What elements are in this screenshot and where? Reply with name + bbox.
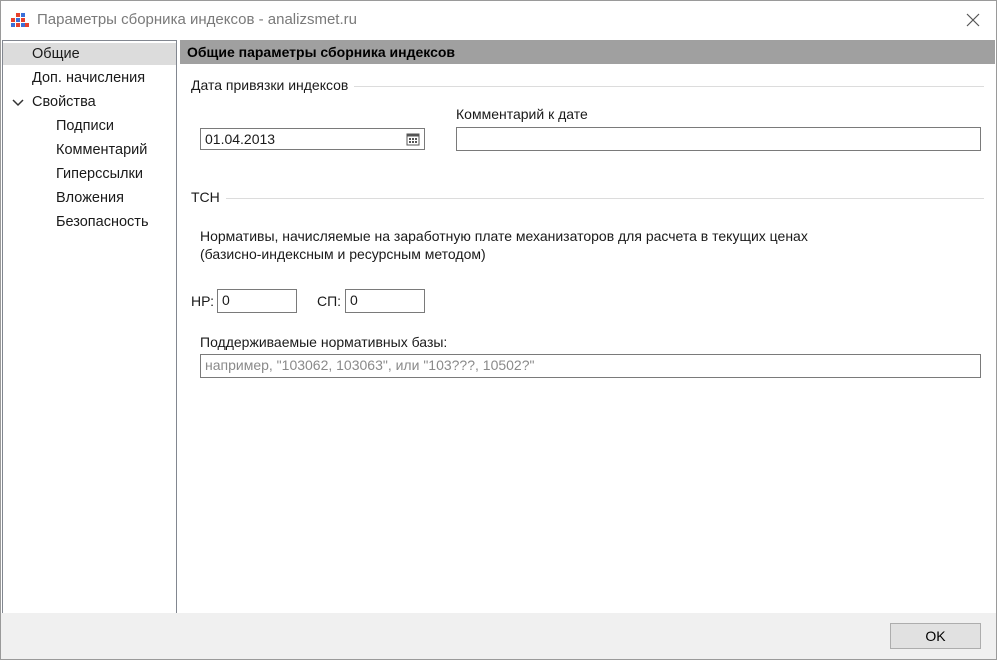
- sidebar-item-comment[interactable]: Комментарий: [56, 139, 147, 161]
- group-divider: [350, 86, 984, 87]
- sidebar-item-properties[interactable]: Свойства: [32, 91, 96, 113]
- supported-bases-input[interactable]: например, "103062, 103063", или "103???,…: [200, 354, 981, 378]
- sidebar-item-label: Гиперссылки: [56, 166, 143, 182]
- title-bar: Параметры сборника индексов - analizsmet…: [1, 1, 996, 39]
- date-value: 01.04.2013: [205, 131, 276, 147]
- ok-button[interactable]: OK: [890, 623, 981, 649]
- close-icon: [966, 13, 980, 27]
- date-group-label: Дата привязки индексов: [191, 77, 355, 93]
- supported-bases-label: Поддерживаемые нормативных базы:: [200, 334, 448, 350]
- sidebar-item-label: Комментарий: [56, 142, 148, 158]
- section-header: Общие параметры сборника индексов: [180, 40, 995, 64]
- main-panel: Общие параметры сборника индексов Дата п…: [180, 40, 995, 613]
- tsn-group-label: ТСН: [191, 189, 226, 205]
- tsn-description-line2: (базисно-индексным и ресурсным методом): [200, 246, 486, 262]
- sidebar-item-additional-charges[interactable]: Доп. начисления: [32, 67, 145, 89]
- sp-label: СП:: [317, 293, 342, 309]
- sidebar-item-label: Безопасность: [56, 214, 149, 230]
- tsn-description-line1: Нормативы, начисляемые на заработную пла…: [200, 228, 808, 244]
- calendar-icon[interactable]: [406, 132, 420, 146]
- window-title: Параметры сборника индексов - analizsmet…: [37, 11, 357, 28]
- sidebar-item-attachments[interactable]: Вложения: [56, 187, 124, 209]
- supported-bases-placeholder: например, "103062, 103063", или "103???,…: [205, 357, 535, 373]
- sidebar-tree: Общие Доп. начисления Свойства Подписи К…: [2, 40, 177, 614]
- dialog-window: Параметры сборника индексов - analizsmet…: [0, 0, 997, 660]
- app-icon: [11, 13, 29, 27]
- sidebar-item-label: Подписи: [56, 118, 114, 134]
- comment-date-label: Комментарий к дате: [456, 106, 588, 122]
- hp-input[interactable]: 0: [217, 289, 297, 313]
- sp-input[interactable]: 0: [345, 289, 425, 313]
- sidebar-item-hyperlinks[interactable]: Гиперссылки: [56, 163, 143, 185]
- sidebar-item-label: Свойства: [32, 94, 96, 110]
- comment-date-input[interactable]: [456, 127, 981, 151]
- sidebar-item-label: Вложения: [56, 190, 124, 206]
- close-button[interactable]: [950, 1, 996, 39]
- hp-label: НР:: [191, 293, 215, 309]
- sidebar-item-security[interactable]: Безопасность: [56, 211, 149, 233]
- sidebar-item-label: Общие: [32, 46, 80, 62]
- sidebar-item-general[interactable]: Общие: [3, 43, 176, 65]
- chevron-down-icon[interactable]: [11, 96, 25, 110]
- dialog-footer: OK: [1, 613, 996, 659]
- date-picker[interactable]: 01.04.2013: [200, 128, 425, 150]
- group-divider: [224, 198, 984, 199]
- sidebar-item-label: Доп. начисления: [32, 70, 146, 86]
- sidebar-item-signatures[interactable]: Подписи: [56, 115, 114, 137]
